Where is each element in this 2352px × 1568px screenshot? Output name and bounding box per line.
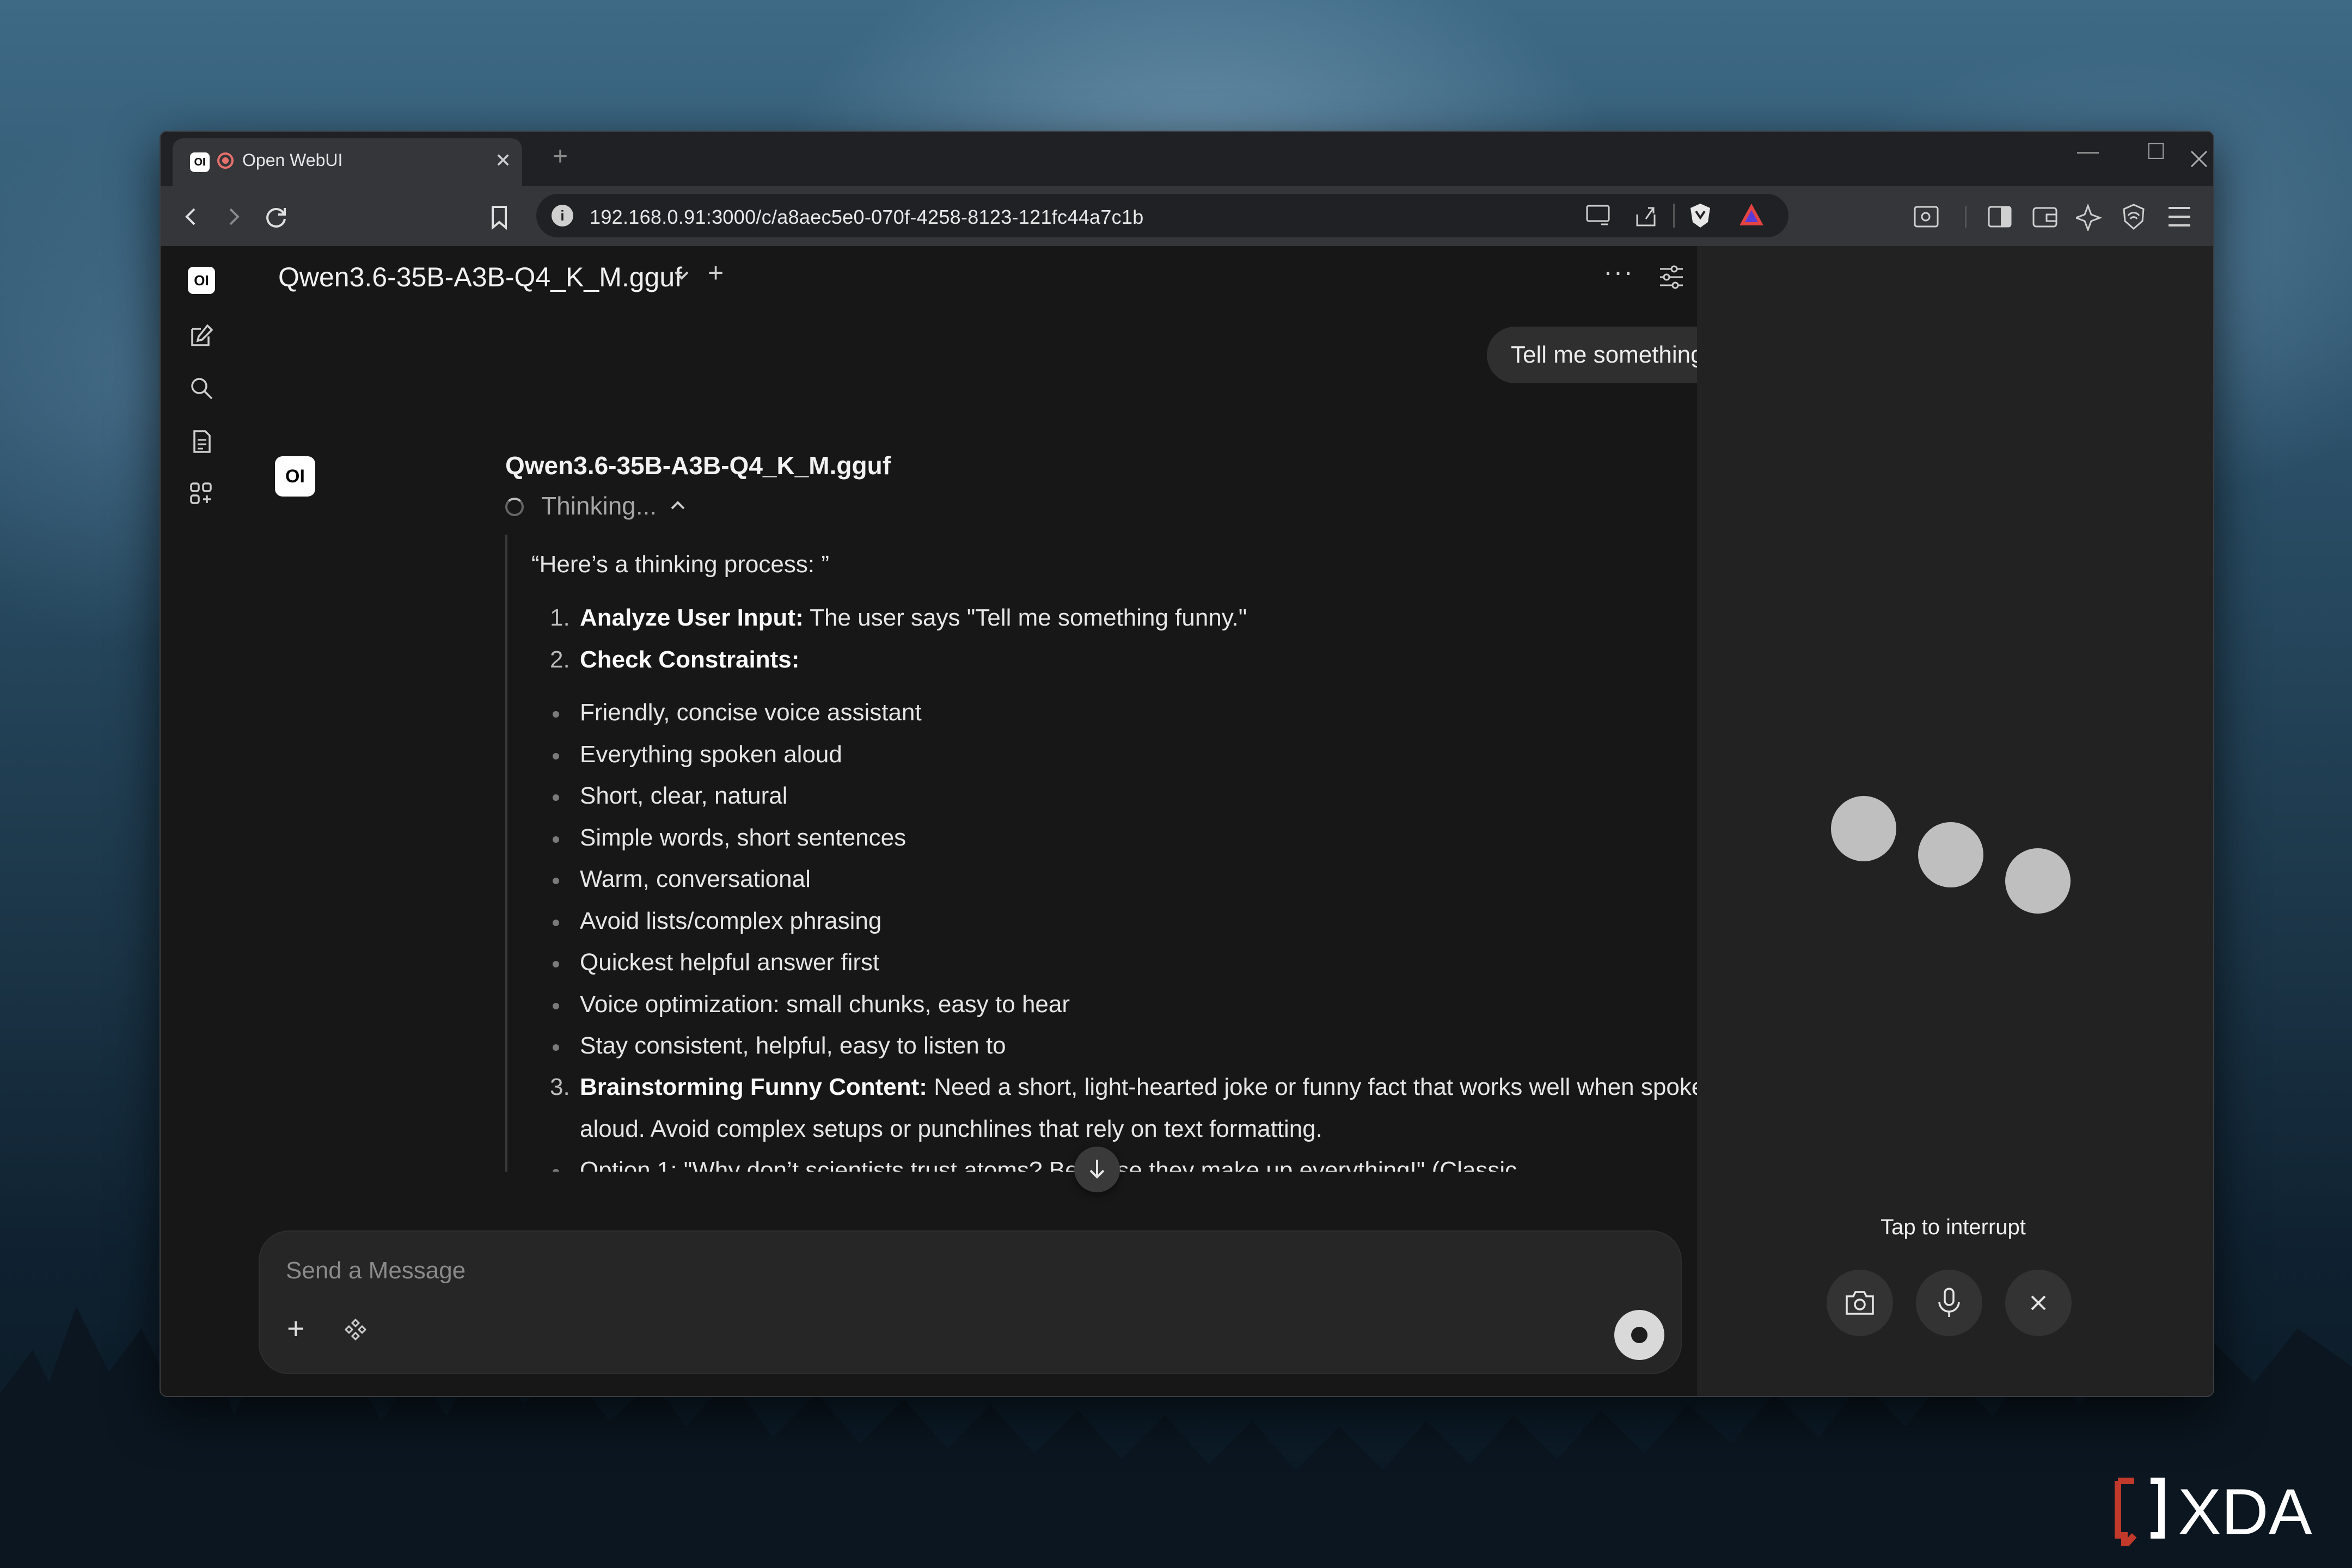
bullet-icon	[553, 836, 559, 843]
app-logo[interactable]: OI	[188, 267, 215, 294]
model-selector[interactable]: Qwen3.6-35B-A3B-Q4_K_M.gguf	[278, 261, 682, 293]
cast-icon[interactable]	[1585, 204, 1612, 228]
menu-icon[interactable]	[2166, 205, 2192, 229]
bullet-icon	[553, 920, 559, 926]
list-number: 3.	[550, 1074, 570, 1100]
list-item-text: Simple words, short sentences	[580, 824, 906, 851]
bullet-icon	[553, 1169, 559, 1172]
camera-icon	[1846, 1291, 1874, 1315]
toolbar-divider	[1965, 206, 1967, 228]
reload-icon[interactable]	[264, 205, 289, 230]
integrations-icon[interactable]	[344, 1318, 367, 1342]
new-chat-icon[interactable]	[188, 322, 215, 350]
thinking-intro: “Here’s a thinking process: ”	[531, 551, 829, 578]
bookmark-icon[interactable]	[488, 205, 510, 230]
microphone-icon	[1938, 1288, 1960, 1317]
watermark-text: XDA	[2178, 1475, 2312, 1546]
more-options-icon[interactable]: ···	[1603, 256, 1634, 287]
bullet-icon	[553, 1044, 559, 1051]
browser-titlebar: OI Open WebUI ✕ + — ☐	[161, 132, 2213, 186]
browser-toolbar: i 192.168.0.91:3000/c/a8aec5e0-070f-4258…	[161, 186, 2213, 246]
omnibox-divider	[1673, 204, 1675, 228]
tab-close-icon[interactable]: ✕	[495, 149, 511, 172]
window-close-icon[interactable]	[2188, 148, 2210, 170]
end-call-button[interactable]	[2005, 1270, 2072, 1336]
reader-mode-icon[interactable]	[1913, 204, 1940, 230]
list-item-text: Brainstorming Funny Content: Need a shor…	[580, 1074, 1718, 1100]
voice-visualizer-dot	[1918, 822, 1983, 887]
bullet-icon	[553, 878, 559, 884]
sidebar-toggle-icon[interactable]	[1987, 204, 2013, 230]
url-text: 192.168.0.91:3000/c/a8aec5e0-070f-4258-8…	[590, 206, 1144, 228]
tab-favicon: OI	[190, 152, 210, 172]
chat-area: Qwen3.6-35B-A3B-Q4_K_M.gguf + ··· A Tell…	[248, 246, 1798, 1396]
open-webui-app: OI A Qwen3.6-35B-A3B-Q4_K_M.gguf + ··· A…	[161, 246, 2213, 1396]
assistant-model-name: Qwen3.6-35B-A3B-Q4_K_M.gguf	[505, 451, 891, 480]
share-icon[interactable]	[1634, 204, 1659, 228]
browser-tab[interactable]: OI Open WebUI ✕	[173, 138, 522, 186]
vpn-icon[interactable]	[2121, 203, 2147, 231]
brave-rewards-icon[interactable]	[1737, 201, 1766, 229]
voice-call-panel: Tap to interrupt	[1697, 246, 2213, 1396]
back-icon[interactable]	[180, 206, 202, 228]
list-number: 1.	[550, 604, 570, 631]
stop-generation-button[interactable]	[1614, 1310, 1664, 1360]
list-number: 2.	[550, 646, 570, 673]
list-item-text: Analyze User Input: The user says "Tell …	[580, 604, 1247, 631]
thinking-content: “Here’s a thinking process: ” 1. Analyze …	[505, 535, 1866, 1172]
message-input[interactable]	[285, 1251, 1539, 1290]
tab-title: Open WebUI	[242, 150, 343, 170]
tap-to-interrupt-label[interactable]: Tap to interrupt	[1697, 1215, 2209, 1240]
thinking-status: Thinking...	[541, 492, 657, 520]
list-item-text: Everything spoken aloud	[580, 741, 842, 768]
microphone-button[interactable]	[1916, 1270, 1982, 1336]
recording-icon	[217, 152, 234, 169]
wallet-icon[interactable]	[2031, 204, 2059, 230]
list-item-text: Stay consistent, helpful, easy to listen…	[580, 1032, 1006, 1059]
search-icon[interactable]	[188, 375, 215, 402]
spinner-icon	[505, 498, 524, 516]
close-icon	[2031, 1295, 2046, 1310]
arrow-down-icon	[1089, 1160, 1105, 1179]
address-bar[interactable]: i 192.168.0.91:3000/c/a8aec5e0-070f-4258…	[536, 194, 1788, 237]
voice-visualizer-dot	[1831, 796, 1896, 861]
list-item-text: aloud. Avoid complex setups or punchline…	[580, 1116, 1322, 1142]
add-model-button[interactable]: +	[708, 257, 724, 289]
message-composer: +	[259, 1230, 1682, 1374]
list-item-text: Voice optimization: small chunks, easy t…	[580, 991, 1070, 1018]
new-tab-button[interactable]: +	[553, 144, 568, 170]
bullet-icon	[553, 1003, 559, 1009]
minimize-icon[interactable]: —	[2066, 139, 2110, 164]
list-item-text: Option 1: "Why don’t scientists trust at…	[580, 1157, 1524, 1172]
sidebar-rail: OI A	[161, 246, 248, 1396]
xda-logo: XDA	[2115, 1475, 2312, 1546]
list-item-text: Quickest helpful answer first	[580, 949, 880, 976]
bullet-icon	[553, 961, 559, 967]
brave-shields-icon[interactable]	[1688, 201, 1712, 230]
site-info-icon[interactable]: i	[552, 205, 573, 226]
chevron-down-icon[interactable]	[672, 266, 691, 284]
browser-window: OI Open WebUI ✕ + — ☐ i 192.168.0.91:300…	[160, 131, 2214, 1397]
list-item-text: Short, clear, natural	[580, 782, 788, 809]
list-item-text: Check Constraints:	[580, 646, 800, 673]
attach-button[interactable]: +	[287, 1313, 305, 1344]
notes-icon[interactable]	[188, 428, 215, 455]
assistant-avatar: OI	[275, 456, 315, 497]
bullet-icon	[553, 753, 559, 759]
workspace-icon[interactable]	[188, 480, 215, 507]
maximize-icon[interactable]: ☐	[2134, 139, 2178, 164]
bullet-icon	[553, 711, 559, 718]
list-item-text: Friendly, concise voice assistant	[580, 699, 922, 726]
bullet-icon	[553, 794, 559, 801]
controls-icon[interactable]	[1658, 265, 1685, 290]
chevron-up-icon[interactable]	[669, 497, 687, 515]
list-item-text: Avoid lists/complex phrasing	[580, 908, 882, 934]
camera-button[interactable]	[1827, 1270, 1893, 1336]
forward-icon[interactable]	[223, 206, 244, 228]
leo-ai-icon[interactable]	[2076, 203, 2104, 231]
voice-visualizer-dot	[2005, 848, 2071, 914]
list-item-text: Warm, conversational	[580, 866, 811, 892]
scroll-to-bottom-button[interactable]	[1074, 1147, 1120, 1192]
